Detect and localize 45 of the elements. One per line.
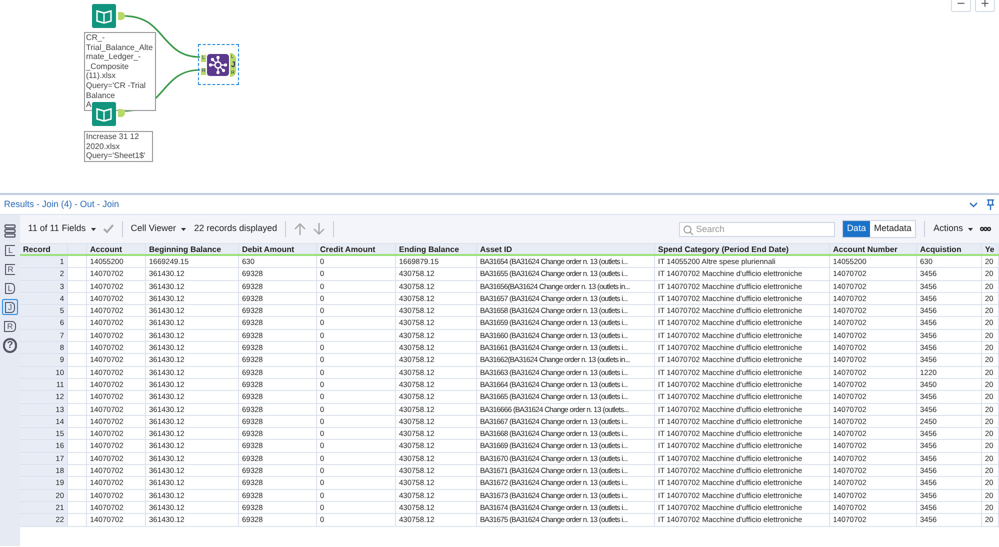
records-count: 22 records displayed xyxy=(194,222,278,236)
column-header[interactable]: Beginning Balance xyxy=(146,244,239,254)
output-anchor-icon[interactable] xyxy=(118,109,126,117)
view-tab[interactable]: Data xyxy=(842,221,870,237)
stack-icon xyxy=(4,224,16,238)
column-header[interactable]: Ye xyxy=(982,244,999,254)
book-icon[interactable] xyxy=(92,102,116,126)
zoom-out-button[interactable]: − xyxy=(951,0,971,12)
caret-icon xyxy=(90,228,96,230)
sidebar-tag-button[interactable]: J xyxy=(2,299,18,315)
actions-dropdown[interactable]: Actions xyxy=(933,222,973,236)
search-icon xyxy=(682,224,693,234)
book-icon[interactable] xyxy=(92,4,116,28)
check-icon[interactable] xyxy=(102,224,114,234)
sidebar-sum-button[interactable]: L xyxy=(2,242,18,258)
sidebar-tag-button[interactable]: L xyxy=(2,280,18,296)
arrow-up-icon[interactable] xyxy=(294,223,306,235)
column-header[interactable]: Credit Amount xyxy=(317,244,396,254)
arrow-down-icon[interactable] xyxy=(313,223,326,235)
tool-annotation: CR_- Trial_Balance_Alte rnate_Ledger_- _Composite (11).xlsx Query='CR -Trial Balance A xyxy=(84,32,156,111)
zoom-in-button[interactable]: + xyxy=(975,0,995,12)
pin-icon[interactable] xyxy=(986,199,995,210)
sidebar-help-button[interactable]: ? xyxy=(2,337,18,353)
sidebar-tag-button[interactable]: R xyxy=(2,318,18,334)
column-header[interactable]: Account xyxy=(87,244,146,254)
sidebar-table-button[interactable] xyxy=(2,223,18,239)
column-header[interactable]: Asset ID xyxy=(477,244,655,254)
network-icon xyxy=(207,54,229,76)
search-field[interactable]: Search xyxy=(678,222,835,236)
column-header[interactable]: Acquistion xyxy=(917,244,982,254)
column-header[interactable]: Spend Category (Period End Date) xyxy=(655,244,830,254)
chevron-down-icon[interactable] xyxy=(969,202,978,208)
tool-annotation: Increase 31 12 2020.xlsx Query='Sheet1$' xyxy=(84,131,153,162)
view-tab[interactable]: Metadata xyxy=(870,221,916,237)
column-header[interactable]: Debit Amount xyxy=(239,244,317,254)
caret-icon xyxy=(968,228,973,230)
results-title: Results - Join (4) - Out - Join xyxy=(4,198,120,211)
cell-viewer-dropdown[interactable]: Cell Viewer xyxy=(130,222,186,236)
caret-icon xyxy=(181,228,186,230)
sidebar-sum-button[interactable]: R xyxy=(2,261,18,277)
column-header[interactable]: Record xyxy=(20,244,68,254)
column-header[interactable]: Ending Balance xyxy=(396,244,477,254)
more-icon[interactable] xyxy=(980,226,991,232)
column-header[interactable]: Account Number xyxy=(830,244,917,254)
fields-dropdown[interactable]: 11 of 11 Fields xyxy=(28,222,96,236)
